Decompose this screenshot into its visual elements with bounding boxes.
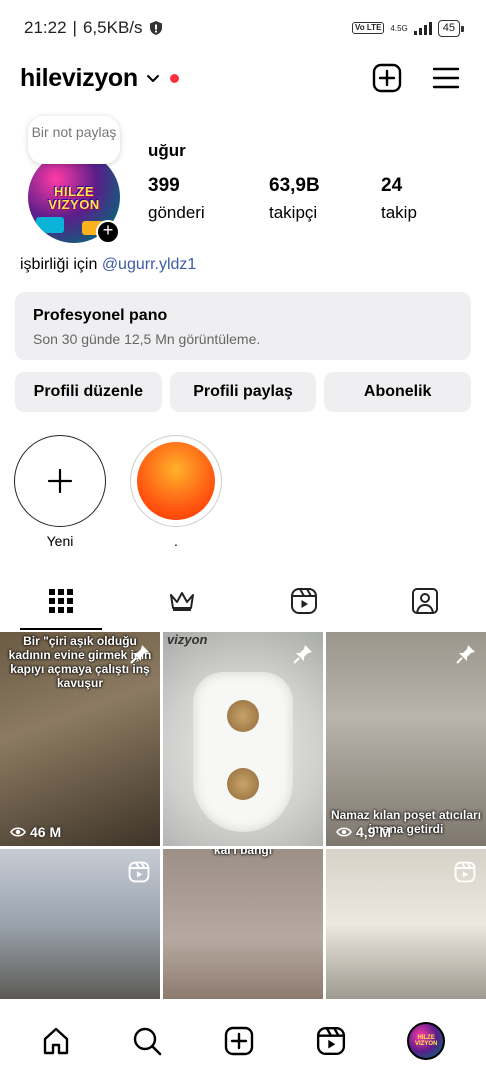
tagged-user-icon [412, 588, 439, 614]
subscription-button[interactable]: Abonelik [324, 372, 472, 412]
following-label: takip [381, 203, 417, 222]
tab-reels[interactable] [243, 572, 365, 630]
header-actions [372, 63, 460, 93]
following-count: 24 [381, 175, 403, 196]
reels-icon [128, 861, 150, 883]
post-watermark: vizyon [167, 632, 208, 647]
highlight-cover [137, 442, 215, 520]
shield-icon [149, 21, 162, 35]
status-bar: 21:22 | 6,5KB/s Vo LTE 4.5G 45 [0, 0, 486, 56]
profile-name: uğur [148, 141, 186, 160]
share-profile-button[interactable]: Profili paylaş [169, 372, 317, 412]
dashboard-subtitle: Son 30 günde 12,5 Mn görüntüleme. [33, 331, 261, 347]
posts-count: 399 [148, 175, 180, 196]
post-image-content [193, 672, 293, 832]
create-icon[interactable] [224, 1026, 254, 1056]
post-thumbnail[interactable] [326, 849, 486, 999]
post-thumbnail[interactable]: kal'ı bangı [163, 849, 323, 999]
view-count-value: 46 M [30, 824, 62, 840]
plus-icon [47, 468, 73, 494]
add-story-icon[interactable]: + [96, 220, 120, 244]
reels-icon [290, 588, 317, 614]
pin-icon [293, 645, 312, 664]
reels-icon [454, 861, 476, 883]
battery-icon: 45 [437, 19, 465, 37]
avatar-logo-text: HILZE VIZYON [48, 184, 100, 212]
profile-actions: Profili düzenle Profili paylaş Abonelik [15, 372, 472, 412]
tab-subscriptions[interactable] [122, 572, 244, 630]
battery-level: 45 [442, 22, 455, 34]
notification-dot [169, 73, 179, 83]
edit-profile-button[interactable]: Profili düzenle [15, 372, 162, 412]
pin-icon [456, 645, 475, 664]
eye-icon [336, 827, 352, 837]
grid-icon [48, 589, 73, 613]
view-count: 4,9 M [336, 824, 391, 840]
menu-icon[interactable] [432, 66, 460, 90]
highlight-new[interactable]: Yeni [14, 435, 106, 549]
view-count: 46 M [10, 824, 61, 840]
pin-icon [130, 645, 149, 664]
post-thumbnail[interactable]: Namaz kılan poşet atıcıları imana getird… [326, 632, 486, 846]
bottom-navigation: HILZE VIZYON [0, 1001, 486, 1080]
status-left: 21:22 | 6,5KB/s [24, 18, 163, 38]
professional-dashboard[interactable]: Profesyonel pano Son 30 günde 12,5 Mn gö… [15, 292, 471, 360]
chevron-down-icon[interactable] [146, 71, 160, 85]
volte-icon: Vo LTE [352, 22, 385, 34]
avatar-decoration [36, 217, 64, 233]
eye-icon [10, 827, 26, 837]
nav-avatar-logo: HILZE VIZYON [415, 1034, 438, 1047]
crown-icon [170, 592, 195, 611]
note-bubble[interactable]: Bir not paylaş [28, 116, 120, 164]
highlight-ring[interactable] [130, 435, 222, 527]
highlight-new-ring[interactable] [14, 435, 106, 527]
post-caption: kal'ı bangı [213, 849, 273, 857]
view-count-value: 4,9 M [356, 824, 392, 840]
profile-nav-avatar[interactable]: HILZE VIZYON [407, 1021, 446, 1060]
post-thumbnail[interactable]: Bir "çiri aşık olduğu kadının evine girm… [0, 632, 160, 846]
dashboard-title: Profesyonel pano [33, 307, 168, 324]
home-icon[interactable] [41, 1026, 71, 1056]
highlight-story[interactable]: . [130, 435, 222, 549]
account-switcher[interactable]: hilevizyon [20, 64, 179, 93]
highlight-label: Yeni [46, 533, 74, 549]
posts-grid: Bir "çiri aşık olduğu kadının evine girm… [0, 632, 486, 1001]
profile-tabs [0, 572, 486, 630]
reels-nav-icon[interactable] [316, 1026, 346, 1056]
bio-mention-link[interactable]: @ugurr.yldz1 [102, 256, 197, 273]
tab-posts-grid[interactable] [0, 572, 122, 630]
create-post-icon[interactable] [372, 63, 402, 93]
profile-header: hilevizyon [0, 56, 486, 100]
highlight-label: . [174, 533, 178, 549]
username[interactable]: hilevizyon [20, 64, 138, 93]
status-right: Vo LTE 4.5G 45 [352, 19, 465, 37]
posts-stat[interactable]: 399 gönderi [148, 175, 205, 223]
network-type: 4.5G [390, 23, 408, 33]
status-separator: | [72, 18, 77, 37]
followers-stat[interactable]: 63,9B takipçi [269, 175, 320, 223]
followers-count: 63,9B [269, 175, 320, 196]
search-icon[interactable] [132, 1026, 162, 1056]
followers-label: takipçi [269, 203, 318, 222]
signal-icon [413, 21, 432, 35]
post-thumbnail[interactable] [0, 849, 160, 999]
post-thumbnail[interactable]: vizyon [163, 632, 323, 846]
tab-tagged[interactable] [365, 572, 486, 630]
status-speed: 6,5KB/s [82, 18, 143, 37]
bio-text: işbirliği için [20, 256, 98, 273]
bio: işbirliği için @ugurr.yldz1 [20, 256, 196, 274]
posts-label: gönderi [148, 203, 205, 222]
status-time: 21:22 [24, 18, 67, 37]
following-stat[interactable]: 24 takip [381, 175, 417, 223]
